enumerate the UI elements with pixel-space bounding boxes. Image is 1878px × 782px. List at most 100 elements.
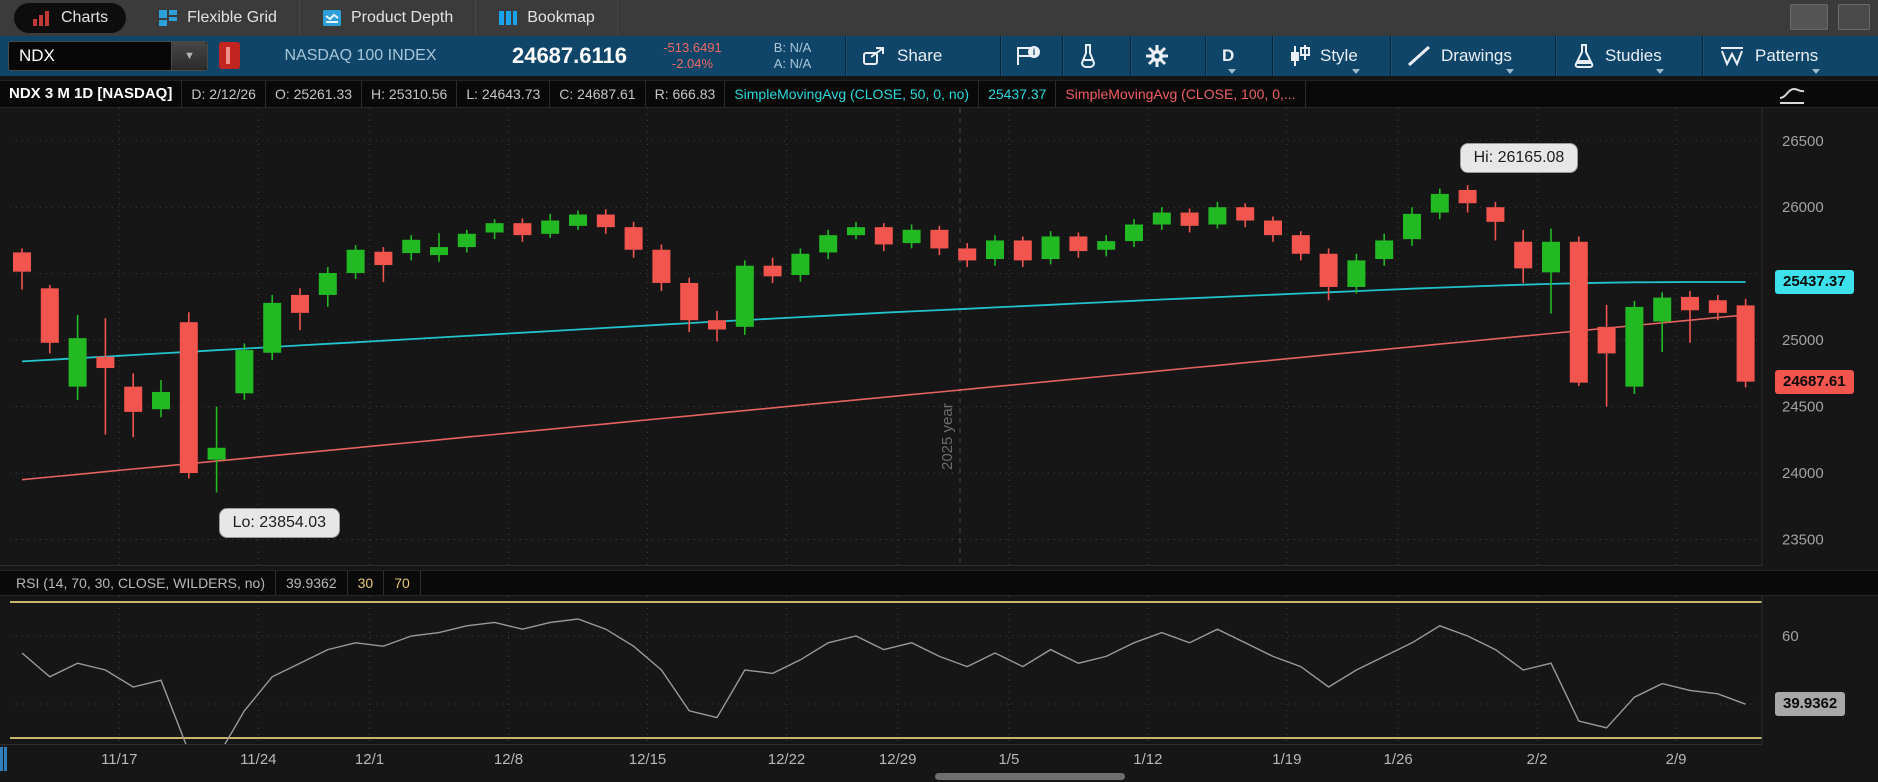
ohlc-open: O: 25261.33 xyxy=(266,81,363,107)
chevron-down-icon xyxy=(1655,69,1664,74)
tab-label: Flexible Grid xyxy=(187,9,277,26)
bid-value: B: N/A xyxy=(773,40,812,55)
ohlc-date: D: 2/12/26 xyxy=(182,81,266,107)
date-tick: 1/12 xyxy=(1133,751,1163,768)
ask-value: A: N/A xyxy=(773,56,812,71)
date-axis[interactable]: 11/17 11/24 12/1 12/8 12/15 12/22 12/29 1/5 1/12… xyxy=(0,745,1878,775)
index-name: NASDAQ 100 INDEX xyxy=(284,47,437,64)
rsi-study-value: 39.9362 xyxy=(276,571,348,595)
high-annotation: Hi: 26165.08 xyxy=(1459,143,1579,174)
date-tick: 12/29 xyxy=(878,751,917,768)
bar-chart-icon xyxy=(32,9,52,27)
rsi-line xyxy=(21,618,1746,745)
patterns-label: Patterns xyxy=(1755,46,1819,65)
sma100-study-label[interactable]: SimpleMovingAvg (CLOSE, 100, 0,... xyxy=(1056,81,1306,107)
chevron-down-icon[interactable]: ▼ xyxy=(171,42,207,70)
price-change: -513.6491 -2.04% xyxy=(645,36,740,76)
chart-header-strip: NDX 3 M 1D [NASDAQ] D: 2/12/26 O: 25261.… xyxy=(0,80,1878,108)
chevron-down-icon xyxy=(1351,69,1360,74)
change-percent: -2.04% xyxy=(671,56,714,71)
window-control[interactable] xyxy=(1838,4,1870,30)
low-annotation: Lo: 23854.03 xyxy=(218,508,341,539)
bid-ask: B: N/A A: N/A xyxy=(755,36,830,76)
drawings-label: Drawings xyxy=(1441,46,1512,65)
date-tick: 1/19 xyxy=(1272,751,1302,768)
date-tick: 11/17 xyxy=(101,751,138,768)
date-tick: 12/8 xyxy=(493,751,524,768)
tab-flexible-grid[interactable]: Flexible Grid xyxy=(136,0,300,36)
rsi-axis-tag: 39.9362 xyxy=(1775,692,1846,717)
chevron-down-icon xyxy=(1812,69,1821,74)
date-tick: 11/24 xyxy=(240,751,277,768)
tab-bookmap[interactable]: Bookmap xyxy=(476,0,618,36)
depth-icon xyxy=(322,9,342,27)
rsi-high-level: 70 xyxy=(384,571,421,595)
svg-text:26500: 26500 xyxy=(1782,133,1824,150)
date-tick: 12/15 xyxy=(628,751,667,768)
chart-curve-icon[interactable] xyxy=(1778,86,1806,106)
symbol-select[interactable]: NDX ▼ xyxy=(8,41,208,71)
price-grid: 26500 26000 25000 24500 24000 23500 xyxy=(10,133,1824,548)
horizontal-scrollbar[interactable] xyxy=(935,773,1125,780)
sma50-axis-tag: 25437.37 xyxy=(1775,270,1854,294)
sma50-study-label[interactable]: SimpleMovingAvg (CLOSE, 50, 0, no) xyxy=(725,81,980,107)
main-price-chart[interactable]: 26500 26000 25000 24500 24000 23500 2025 year xyxy=(0,108,1878,566)
news-flag-button[interactable]: i xyxy=(1014,36,1042,76)
svg-text:i: i xyxy=(1033,47,1036,57)
tab-product-depth[interactable]: Product Depth xyxy=(300,0,477,36)
studies-button[interactable]: Studies xyxy=(1572,36,1664,76)
svg-text:26000: 26000 xyxy=(1782,199,1824,216)
studies-label: Studies xyxy=(1605,46,1662,65)
svg-text:25000: 25000 xyxy=(1782,332,1824,349)
ohlc-close: C: 24687.61 xyxy=(550,81,646,107)
tab-label: Product Depth xyxy=(350,9,454,26)
svg-text:24500: 24500 xyxy=(1782,399,1824,416)
share-button[interactable]: Share xyxy=(862,36,942,76)
grid-icon xyxy=(158,9,178,27)
analyze-button[interactable] xyxy=(1076,36,1100,76)
chevron-down-icon xyxy=(1228,69,1237,74)
chart-symbol-info: NDX 3 M 1D [NASDAQ] xyxy=(0,81,183,107)
share-icon xyxy=(863,47,884,65)
flag-icon[interactable] xyxy=(219,42,240,69)
sma50-study-value: 25437.37 xyxy=(979,81,1057,107)
date-tick: 2/2 xyxy=(1526,751,1548,768)
ohlc-low: L: 24643.73 xyxy=(457,81,551,107)
last-price: 24687.6116 xyxy=(511,43,627,68)
timeframe-button[interactable]: D xyxy=(1222,36,1237,76)
window-control[interactable] xyxy=(1790,4,1828,30)
ohlc-range: R: 666.83 xyxy=(646,81,726,107)
timeframe-value: D xyxy=(1222,46,1235,65)
trading-platform-window: Charts Flexible Grid Product Depth Bookm… xyxy=(0,0,1878,782)
rsi-study-label[interactable]: RSI (14, 70, 30, CLOSE, WILDERS, no) xyxy=(0,571,276,595)
settings-button[interactable] xyxy=(1144,36,1170,76)
pattern-w-icon xyxy=(1721,47,1743,67)
date-tick: 12/22 xyxy=(767,751,806,768)
svg-text:23500: 23500 xyxy=(1782,531,1824,548)
rsi-low-level: 30 xyxy=(348,571,385,595)
date-tick: 1/26 xyxy=(1383,751,1413,768)
bookmap-icon xyxy=(498,9,518,27)
date-tick: 1/5 xyxy=(998,751,1020,768)
share-label: Share xyxy=(897,46,943,65)
trendline-icon xyxy=(1407,45,1431,67)
candlestick-icon xyxy=(1291,45,1310,66)
rsi-header-strip: RSI (14, 70, 30, CLOSE, WILDERS, no) 39.… xyxy=(0,570,1878,596)
change-value: -513.6491 xyxy=(663,40,722,55)
workspace-tab-bar: Charts Flexible Grid Product Depth Bookm… xyxy=(0,0,1878,36)
ohlc-high: H: 25310.56 xyxy=(362,81,458,107)
style-button[interactable]: Style xyxy=(1289,36,1360,76)
rsi-study-chart[interactable]: 60 xyxy=(0,596,1878,745)
patterns-button[interactable]: Patterns xyxy=(1718,36,1821,76)
chart-panel: NDX 3 M 1D [NASDAQ] D: 2/12/26 O: 25261.… xyxy=(0,76,1878,782)
svg-text:24000: 24000 xyxy=(1782,465,1824,482)
tab-charts[interactable]: Charts xyxy=(14,3,127,33)
drawings-button[interactable]: Drawings xyxy=(1406,36,1514,76)
time-grid xyxy=(118,108,1677,566)
last-price-axis-tag: 24687.61 xyxy=(1775,369,1854,394)
chevron-down-icon xyxy=(1505,69,1514,74)
date-tick: 12/1 xyxy=(354,751,385,768)
test-tube-icon xyxy=(1080,44,1096,68)
flag-info-icon: i xyxy=(1017,46,1040,65)
style-label: Style xyxy=(1320,46,1358,65)
